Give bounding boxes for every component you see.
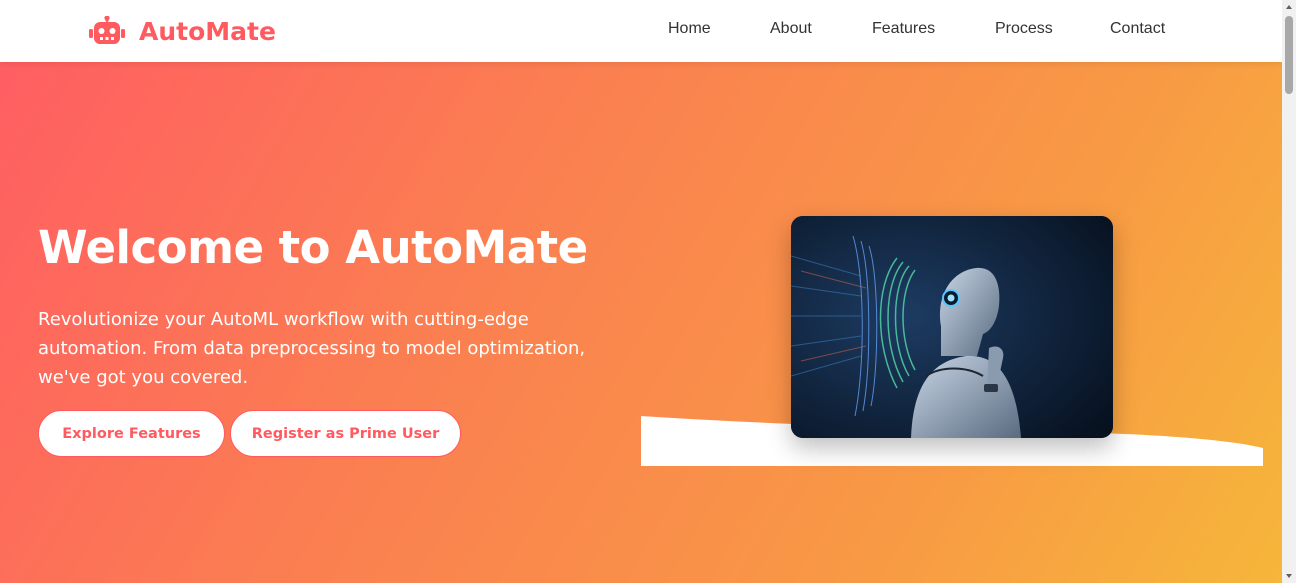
hero-subtitle-line: we've got you covered. — [38, 367, 249, 388]
nav-link-home[interactable]: Home — [668, 20, 711, 38]
nav-link-process[interactable]: Process — [995, 20, 1053, 38]
nav-links: Home About Features Process Contact — [0, 20, 1282, 42]
scrollbar-thumb[interactable] — [1285, 16, 1293, 94]
hero-section: Welcome to AutoMate Revolutionize your A… — [0, 62, 1282, 583]
hero-subtitle-line: automation. From data preprocessing to m… — [38, 338, 586, 359]
hero-subtitle: Revolutionize your AutoML workflow with … — [38, 305, 638, 392]
hero-subtitle-line: Revolutionize your AutoML workflow with … — [38, 309, 529, 330]
explore-features-button[interactable]: Explore Features — [38, 410, 225, 457]
chevron-down-icon[interactable] — [1282, 569, 1296, 583]
vertical-scrollbar[interactable] — [1282, 0, 1296, 583]
nav-link-features[interactable]: Features — [872, 20, 935, 38]
ai-robot-image — [791, 216, 1113, 438]
navbar: AutoMate Home About Features Process Con… — [0, 0, 1282, 62]
nav-link-about[interactable]: About — [770, 20, 812, 38]
register-prime-user-button[interactable]: Register as Prime User — [230, 410, 461, 457]
chevron-up-icon[interactable] — [1282, 0, 1296, 14]
hero-title: Welcome to AutoMate — [38, 221, 588, 274]
page: AutoMate Home About Features Process Con… — [0, 0, 1282, 583]
nav-link-contact[interactable]: Contact — [1110, 20, 1165, 38]
